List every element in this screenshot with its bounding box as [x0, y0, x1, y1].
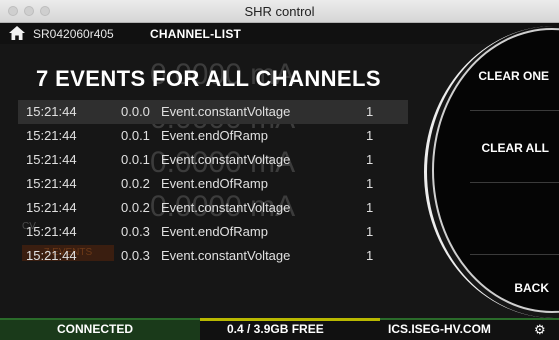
- event-value: 1: [366, 152, 374, 167]
- event-value: 1: [366, 128, 374, 143]
- event-address: 0.0.0: [121, 104, 150, 119]
- home-icon[interactable]: [9, 26, 25, 40]
- event-time: 15:21:44: [26, 104, 77, 119]
- event-address: 0.0.3: [121, 224, 150, 239]
- event-row[interactable]: 15:21:44 0.0.0 Event.constantVoltage 1: [18, 100, 408, 124]
- website-link[interactable]: ICS.ISEG-HV.COM: [388, 322, 491, 336]
- menu-divider: [470, 182, 559, 183]
- event-name: Event.endOfRamp: [161, 224, 268, 239]
- event-name: Event.constantVoltage: [161, 152, 291, 167]
- top-bar: SR042060r405 CHANNEL-LIST: [0, 23, 559, 44]
- event-time: 15:21:44: [26, 224, 77, 239]
- back-button[interactable]: BACK: [462, 270, 559, 306]
- storage-indicator-bar: [200, 318, 380, 321]
- event-name: Event.constantVoltage: [161, 248, 291, 263]
- event-time: 15:21:44: [26, 176, 77, 191]
- event-name: Event.endOfRamp: [161, 128, 268, 143]
- window-title: SHR control: [244, 4, 315, 19]
- event-address: 0.0.3: [121, 248, 150, 263]
- events-heading: 7 EVENTS FOR ALL CHANNELS: [36, 66, 381, 91]
- app-window: SHR control SR042060r405 CHANNEL-LIST 0.…: [0, 0, 559, 340]
- status-bar: CONNECTED 0.4 / 3.9GB FREE ICS.ISEG-HV.C…: [0, 318, 559, 340]
- event-row[interactable]: 15:21:44 0.0.1 Event.endOfRamp 1: [18, 124, 408, 148]
- clear-one-button[interactable]: CLEAR ONE: [462, 58, 559, 94]
- device-id: SR042060r405: [33, 27, 114, 41]
- clear-all-button[interactable]: CLEAR ALL: [462, 130, 559, 166]
- event-row[interactable]: 15:21:44 0.0.1 Event.constantVoltage 1: [18, 148, 408, 172]
- event-address: 0.0.2: [121, 176, 150, 191]
- event-address: 0.0.1: [121, 128, 150, 143]
- event-name: Event.endOfRamp: [161, 176, 268, 191]
- event-row[interactable]: 15:21:44 0.0.2 Event.endOfRamp 1: [18, 172, 408, 196]
- view-title[interactable]: CHANNEL-LIST: [150, 27, 241, 41]
- event-address: 0.0.1: [121, 152, 150, 167]
- connection-status: CONNECTED: [57, 322, 134, 336]
- event-list: 15:21:44 0.0.0 Event.constantVoltage 1 1…: [18, 100, 408, 268]
- event-address: 0.0.2: [121, 200, 150, 215]
- settings-gear-icon[interactable]: ⚙: [534, 322, 550, 338]
- menu-divider: [470, 110, 559, 111]
- storage-free: 0.4 / 3.9GB FREE: [227, 322, 324, 336]
- event-value: 1: [366, 176, 374, 191]
- event-time: 15:21:44: [26, 248, 77, 263]
- event-name: Event.constantVoltage: [161, 200, 291, 215]
- event-value: 1: [366, 104, 374, 119]
- event-value: 1: [366, 200, 374, 215]
- event-value: 1: [366, 248, 374, 263]
- event-time: 15:21:44: [26, 200, 77, 215]
- event-time: 15:21:44: [26, 152, 77, 167]
- title-bar: SHR control: [0, 0, 559, 23]
- event-row[interactable]: 15:21:44 0.0.3 Event.constantVoltage 1: [18, 244, 408, 268]
- menu-divider: [470, 254, 559, 255]
- event-value: 1: [366, 224, 374, 239]
- event-time: 15:21:44: [26, 128, 77, 143]
- event-row[interactable]: 15:21:44 0.0.2 Event.constantVoltage 1: [18, 196, 408, 220]
- event-row[interactable]: 15:21:44 0.0.3 Event.endOfRamp 1: [18, 220, 408, 244]
- event-name: Event.constantVoltage: [161, 104, 291, 119]
